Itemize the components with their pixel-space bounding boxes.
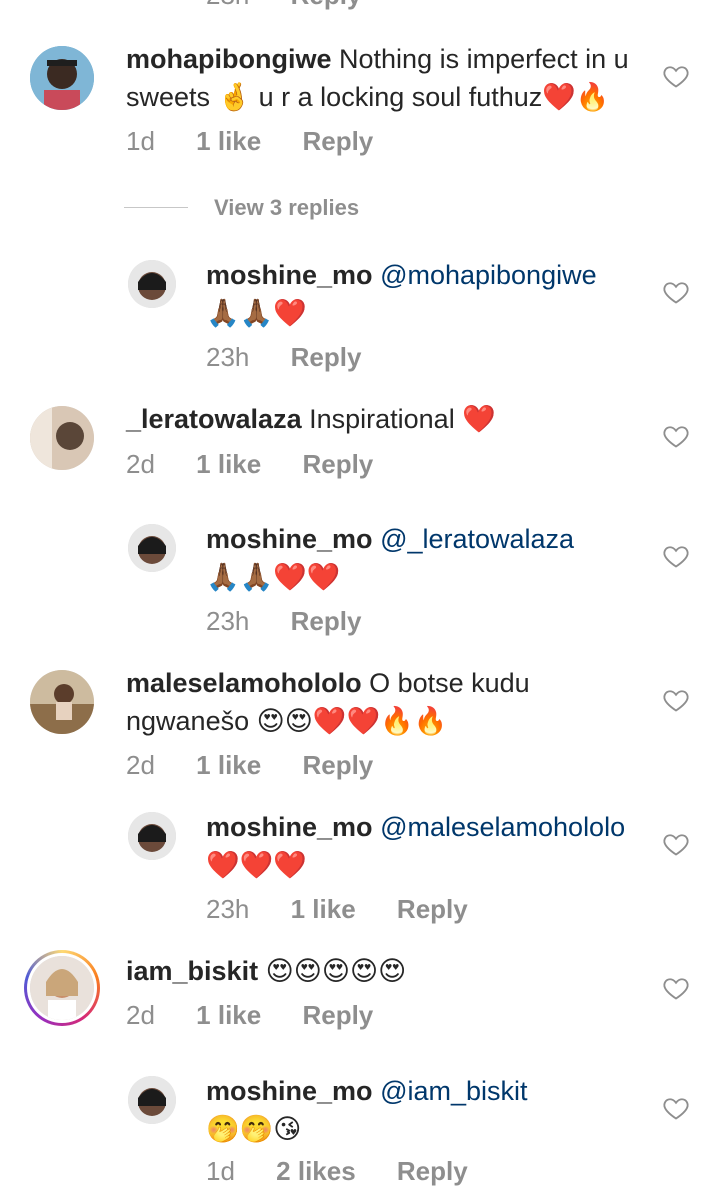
comment-body: O botse kudu [369,668,530,698]
comment-text: iam_biskit 😍😍😍😍😍 [126,952,406,990]
comment-meta: 23h Reply [206,606,361,637]
comment-username[interactable]: mohapibongiwe [126,44,332,74]
comment-body-line2: sweets 🤞 u r a locking soul futhuz❤️🔥 [126,82,610,112]
reply-button[interactable]: Reply [302,449,373,480]
mention-link[interactable]: @_leratowalaza [380,524,574,554]
comment-username[interactable]: moshine_mo [206,1076,373,1106]
avatar[interactable] [128,260,176,308]
comment-time: 1d [206,1156,235,1186]
reply-button[interactable]: Reply [302,750,373,781]
mention-link[interactable]: @mohapibongiwe [380,260,597,290]
reply-button[interactable]: Reply [397,1156,468,1187]
avatar[interactable] [128,524,176,572]
mention-link[interactable]: @iam_biskit [380,1076,527,1106]
comment-username[interactable]: moshine_mo [206,524,373,554]
comment-username[interactable]: moshine_mo [206,812,373,842]
comment-time: 23h [206,0,249,11]
partial-meta-row: 23h Reply [206,0,361,11]
avatar[interactable] [30,46,94,110]
comment-meta: 2d 1 like Reply [126,1000,373,1031]
comment-time: 23h [206,894,250,924]
comment-time: 2d [126,1000,155,1030]
like-heart-icon[interactable] [662,830,690,858]
likes-count[interactable]: 1 like [196,126,261,157]
like-heart-icon[interactable] [662,542,690,570]
comment-text: mohapibongiwe Nothing is imperfect in u [126,40,629,78]
reply-button[interactable]: Reply [397,894,468,925]
view-replies-link[interactable]: View 3 replies [214,195,359,221]
comment-meta: 23h Reply [206,342,361,373]
reply-button[interactable]: Reply [291,342,362,373]
avatar[interactable] [30,670,94,734]
comment-body: Nothing is imperfect in u [339,44,629,74]
comment-time: 23h [206,342,250,372]
comment-text: _leratowalaza Inspirational ❤️ [126,400,496,438]
comment-meta: 23h 1 like Reply [206,894,468,925]
comment-username[interactable]: iam_biskit [126,956,258,986]
comment-username[interactable]: _leratowalaza [126,404,302,434]
like-heart-icon[interactable] [662,62,690,90]
comment-meta: 1d 2 likes Reply [206,1156,468,1187]
like-heart-icon[interactable] [662,278,690,306]
likes-count[interactable]: 1 like [196,750,261,781]
like-heart-icon[interactable] [662,686,690,714]
reply-button[interactable]: Reply [302,126,373,157]
avatar[interactable] [128,1076,176,1124]
comment-body: Inspirational ❤️ [309,404,496,434]
likes-count[interactable]: 1 like [196,1000,261,1031]
comment-text: moshine_mo @_leratowalaza [206,520,574,558]
comment-body: ❤️❤️❤️ [206,850,307,880]
comment-body: 🤭🤭😘 [206,1114,302,1144]
comment-meta: 1d 1 like Reply [126,126,373,157]
comment-meta: 2d 1 like Reply [126,449,373,480]
reply-button[interactable]: Reply [291,0,362,11]
comment-body-line2: ngwanešo 😍😍❤️❤️🔥🔥 [126,706,448,736]
comment-text: moshine_mo @iam_biskit [206,1072,528,1110]
comment-body: 😍😍😍😍😍 [265,956,407,986]
likes-count[interactable]: 1 like [196,449,261,480]
view-replies-divider [124,207,188,208]
comment-username[interactable]: maleselamohololo [126,668,362,698]
comment-time: 1d [126,126,155,156]
comment-text: maleselamohololo O botse kudu [126,664,530,702]
comment-username[interactable]: moshine_mo [206,260,373,290]
comment-text: moshine_mo @maleselamohololo [206,808,625,846]
comment-body: 🙏🏾🙏🏾❤️ [206,298,307,328]
like-heart-icon[interactable] [662,974,690,1002]
likes-count[interactable]: 1 like [291,894,356,925]
comment-text: moshine_mo @mohapibongiwe [206,256,597,294]
comment-body: 🙏🏾🙏🏾❤️❤️ [206,562,341,592]
comment-time: 2d [126,750,155,780]
like-heart-icon[interactable] [662,422,690,450]
avatar[interactable] [30,406,94,470]
comment-time: 23h [206,606,250,636]
comment-time: 2d [126,449,155,479]
like-heart-icon[interactable] [662,1094,690,1122]
mention-link[interactable]: @maleselamohololo [380,812,625,842]
avatar[interactable] [128,812,176,860]
likes-count[interactable]: 2 likes [276,1156,356,1187]
reply-button[interactable]: Reply [302,1000,373,1031]
reply-button[interactable]: Reply [291,606,362,637]
avatar[interactable] [30,956,94,1020]
comment-meta: 2d 1 like Reply [126,750,373,781]
